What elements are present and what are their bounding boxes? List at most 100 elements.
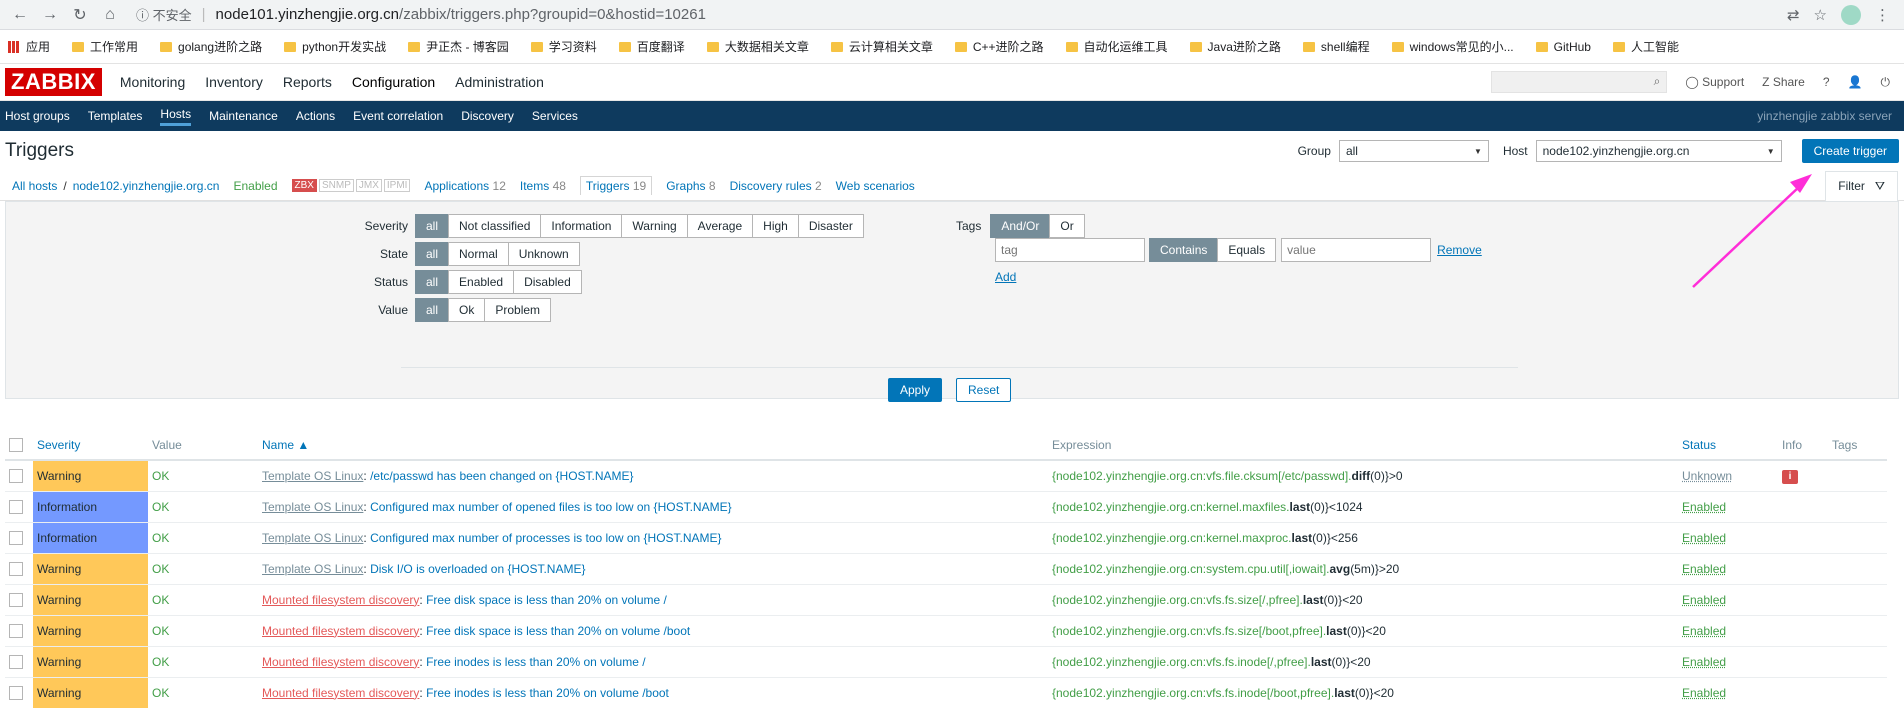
bookmark-item[interactable]: 人工智能 — [1612, 38, 1679, 55]
severity-column-header[interactable]: Severity — [33, 430, 148, 461]
expression-item-link[interactable]: {node102.yinzhengjie.org.cn:vfs.fs.inode… — [1052, 655, 1311, 669]
tag-input[interactable] — [995, 238, 1145, 262]
status-option[interactable]: all — [415, 270, 450, 294]
trigger-name-link[interactable]: Free inodes is less than 20% on volume /… — [426, 686, 669, 700]
items-tab[interactable]: Items 48 — [520, 179, 566, 193]
row-checkbox[interactable] — [9, 592, 23, 607]
search-icon[interactable]: ⌕ — [1654, 74, 1661, 89]
name-column-header[interactable]: Name ▲ — [258, 430, 1048, 461]
back-icon[interactable]: ← — [8, 3, 32, 27]
row-checkbox[interactable] — [9, 623, 23, 638]
bookmark-item[interactable]: C++进阶之路 — [954, 38, 1044, 55]
state-option[interactable]: Normal — [448, 242, 509, 266]
expression-item-link[interactable]: {node102.yinzhengjie.org.cn:kernel.maxfi… — [1052, 500, 1289, 514]
status-cell[interactable]: Enabled — [1678, 677, 1778, 708]
status-cell[interactable]: Enabled — [1678, 646, 1778, 678]
value-option[interactable]: Problem — [484, 298, 552, 322]
applications-tab[interactable]: Applications 12 — [424, 179, 505, 193]
row-checkbox[interactable] — [9, 561, 23, 576]
tag-value-input[interactable] — [1281, 238, 1432, 262]
status-cell[interactable]: Unknown — [1678, 460, 1778, 492]
user-profile-icon[interactable]: 👤 — [1848, 75, 1863, 89]
bookmark-item[interactable]: Java进阶之路 — [1189, 38, 1281, 55]
severity-option[interactable]: Information — [540, 214, 623, 238]
severity-option[interactable]: Average — [686, 214, 754, 238]
subnav-item-host-groups[interactable]: Host groups — [5, 109, 70, 123]
trigger-name-link[interactable]: Disk I/O is overloaded on {HOST.NAME} — [370, 562, 585, 576]
trigger-source-link[interactable]: Mounted filesystem discovery — [262, 655, 419, 669]
share-link[interactable]: Z Share — [1762, 75, 1805, 89]
expression-item-link[interactable]: {node102.yinzhengjie.org.cn:system.cpu.u… — [1052, 562, 1330, 576]
bookmark-item[interactable]: 尹正杰 - 博客园 — [408, 38, 509, 55]
support-link[interactable]: ◯ Support — [1685, 75, 1744, 89]
reload-icon[interactable]: ↻ — [68, 3, 92, 27]
home-icon[interactable]: ⌂ — [98, 3, 122, 27]
tag-operator-option[interactable]: Equals — [1217, 238, 1277, 262]
bookmark-item[interactable]: golang进阶之路 — [160, 38, 262, 55]
forward-icon[interactable]: → — [38, 3, 62, 27]
discovery-rules-tab[interactable]: Discovery rules 2 — [730, 179, 822, 193]
expression-item-link[interactable]: {node102.yinzhengjie.org.cn:vfs.fs.size[… — [1052, 593, 1303, 607]
tags-mode-option[interactable]: Or — [1049, 214, 1085, 238]
status-option[interactable]: Disabled — [513, 270, 582, 294]
host-select[interactable]: node102.yinzhengjie.org.cn — [1535, 140, 1782, 162]
address-bar[interactable]: ⓘ 不安全 | node101.yinzhengjie.org.cn/zabbi… — [128, 3, 1787, 27]
severity-option[interactable]: all — [415, 214, 450, 238]
subnav-item-actions[interactable]: Actions — [296, 109, 335, 123]
expression-item-link[interactable]: {node102.yinzhengjie.org.cn:vfs.file.cks… — [1052, 469, 1352, 483]
bookmark-item[interactable]: GitHub — [1535, 40, 1591, 54]
expression-item-link[interactable]: {node102.yinzhengjie.org.cn:vfs.fs.size[… — [1052, 624, 1326, 638]
trigger-name-link[interactable]: Free inodes is less than 20% on volume / — [426, 655, 645, 669]
sign-out-icon[interactable]: ⏻ — [1881, 75, 1891, 90]
bookmark-item[interactable]: 云计算相关文章 — [830, 38, 933, 55]
row-checkbox[interactable] — [9, 685, 23, 700]
trigger-name-link[interactable]: Configured max number of processes is to… — [370, 531, 722, 545]
status-cell[interactable]: Enabled — [1678, 491, 1778, 523]
tag-operator-option[interactable]: Contains — [1149, 238, 1219, 262]
translate-icon[interactable]: ⇄ — [1787, 6, 1800, 24]
status-option[interactable]: Enabled — [448, 270, 515, 294]
severity-option[interactable]: High — [752, 214, 799, 238]
group-select[interactable]: all — [1338, 140, 1489, 162]
error-info-icon[interactable]: i — [1782, 469, 1798, 484]
bookmark-item[interactable]: shell编程 — [1302, 38, 1370, 55]
search-input[interactable]: ⌕ — [1491, 71, 1668, 93]
bookmark-item[interactable]: 自动化运维工具 — [1065, 38, 1168, 55]
status-cell[interactable]: Enabled — [1678, 584, 1778, 616]
add-tag-link[interactable]: Add — [995, 270, 1016, 284]
apply-button[interactable]: Apply — [888, 378, 943, 402]
trigger-name-link[interactable]: /etc/passwd has been changed on {HOST.NA… — [370, 469, 634, 483]
subnav-item-discovery[interactable]: Discovery — [461, 109, 514, 123]
all-hosts-link[interactable]: All hosts — [12, 179, 57, 193]
trigger-source-link[interactable]: Template OS Linux — [262, 562, 363, 576]
row-checkbox[interactable] — [9, 469, 23, 484]
zabbix-logo[interactable]: ZABBIX — [5, 68, 102, 96]
bookmark-item[interactable]: 学习资料 — [530, 38, 597, 55]
star-icon[interactable]: ☆ — [1814, 6, 1827, 24]
bookmark-item[interactable]: 百度翻译 — [618, 38, 685, 55]
subnav-item-services[interactable]: Services — [532, 109, 578, 123]
subnav-item-event-correlation[interactable]: Event correlation — [353, 109, 443, 123]
trigger-name-link[interactable]: Free disk space is less than 20% on volu… — [426, 624, 690, 638]
severity-option[interactable]: Disaster — [797, 214, 864, 238]
trigger-source-link[interactable]: Mounted filesystem discovery — [262, 593, 419, 607]
menu-item-monitoring[interactable]: Monitoring — [120, 74, 185, 90]
trigger-name-link[interactable]: Configured max number of opened files is… — [370, 500, 732, 514]
profile-avatar[interactable] — [1841, 4, 1861, 25]
row-checkbox[interactable] — [9, 499, 23, 514]
web-scenarios-tab[interactable]: Web scenarios — [836, 179, 915, 193]
expression-item-link[interactable]: {node102.yinzhengjie.org.cn:kernel.maxpr… — [1052, 531, 1291, 545]
severity-option[interactable]: Not classified — [448, 214, 542, 238]
menu-item-administration[interactable]: Administration — [455, 74, 544, 90]
status-cell[interactable]: Enabled — [1678, 615, 1778, 647]
trigger-source-link[interactable]: Template OS Linux — [262, 531, 363, 545]
value-option[interactable]: all — [415, 298, 450, 322]
trigger-source-link[interactable]: Mounted filesystem discovery — [262, 624, 419, 638]
create-trigger-button[interactable]: Create trigger — [1801, 139, 1899, 163]
triggers-tab[interactable]: Triggers 19 — [579, 176, 653, 195]
tags-mode-option[interactable]: And/Or — [990, 214, 1051, 238]
state-option[interactable]: Unknown — [507, 242, 580, 266]
select-all-checkbox[interactable] — [9, 437, 23, 452]
remove-tag-link[interactable]: Remove — [1437, 243, 1482, 257]
subnav-item-templates[interactable]: Templates — [88, 109, 143, 123]
